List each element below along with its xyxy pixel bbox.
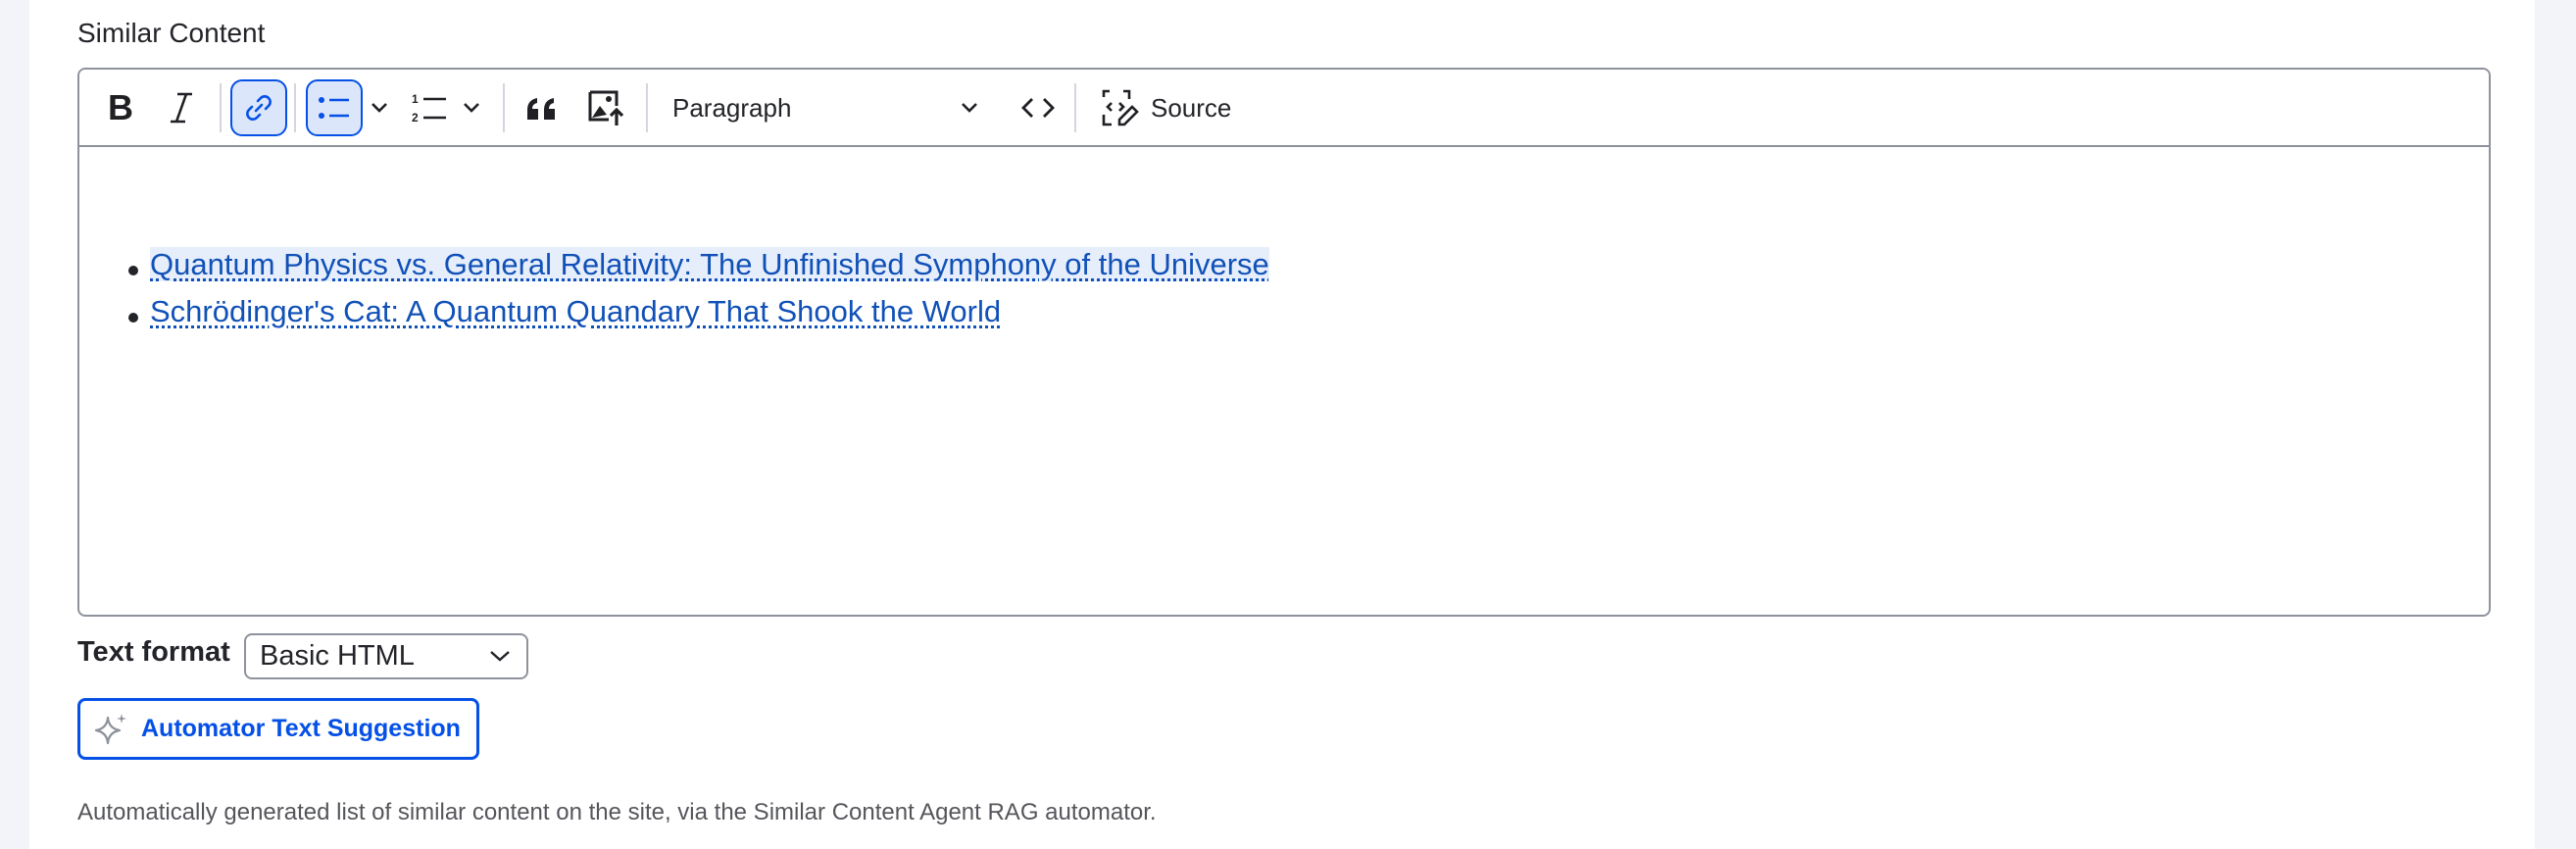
editor-content[interactable]: Quantum Physics vs. General Relativity: … [79, 149, 2489, 615]
numbered-list-icon: 1 2 [412, 92, 446, 125]
block-quote-button[interactable] [519, 79, 566, 136]
link-icon [246, 95, 272, 121]
source-button[interactable]: Source [1100, 79, 1247, 136]
toolbar-separator [503, 83, 505, 132]
field-label: Similar Content [77, 18, 266, 48]
bold-icon: B [108, 87, 133, 127]
text-format-select[interactable]: Basic HTML [244, 633, 528, 679]
source-label: Source [1151, 92, 1232, 123]
bulleted-list-button[interactable] [306, 79, 363, 136]
automator-suggestion-button[interactable]: Automator Text Suggestion [77, 698, 479, 760]
bulleted-list-dropdown[interactable] [366, 79, 393, 136]
content-link[interactable]: Quantum Physics vs. General Relativity: … [150, 247, 1269, 281]
sparkle-icon [94, 713, 126, 744]
bulleted-list-icon [319, 97, 349, 119]
link-button[interactable] [230, 79, 287, 136]
list-item: Quantum Physics vs. General Relativity: … [128, 247, 1269, 294]
text-format-value: Basic HTML [260, 640, 415, 672]
toolbar-separator [1074, 83, 1076, 132]
chevron-down-icon [372, 103, 387, 113]
automator-suggestion-label: Automator Text Suggestion [141, 715, 461, 742]
content-link[interactable]: Schrödinger's Cat: A Quantum Quandary Th… [150, 294, 1001, 328]
code-button[interactable] [1016, 79, 1060, 136]
list-item: Schrödinger's Cat: A Quantum Quandary Th… [128, 294, 1269, 341]
heading-format-value: Paragraph [672, 93, 792, 123]
italic-icon [171, 92, 192, 124]
toolbar-separator [646, 83, 648, 132]
svg-text:2: 2 [412, 111, 419, 125]
rich-text-editor: B 1 2 Paragraph Source Quantum Physics v… [77, 68, 2491, 617]
code-icon [1021, 98, 1055, 118]
italic-button[interactable] [160, 79, 203, 136]
toolbar-separator [294, 83, 296, 132]
heading-format-dropdown[interactable] [955, 79, 984, 136]
chevron-down-icon [464, 103, 479, 113]
bullet-marker [128, 266, 138, 275]
insert-image-button[interactable] [582, 79, 631, 136]
bold-button[interactable]: B [99, 79, 142, 136]
chevron-down-icon [962, 103, 977, 113]
quote-icon [527, 98, 555, 120]
source-edit-icon [1102, 89, 1139, 126]
chevron-down-icon [490, 651, 510, 662]
numbered-list-dropdown[interactable] [458, 79, 485, 136]
image-upload-icon [588, 90, 624, 125]
toolbar-separator [220, 83, 222, 132]
field-description: Automatically generated list of similar … [77, 799, 1157, 825]
bulleted-list: Quantum Physics vs. General Relativity: … [128, 247, 1269, 341]
svg-text:1: 1 [412, 92, 419, 106]
editor-toolbar: B 1 2 Paragraph Source [79, 70, 2489, 147]
numbered-list-button[interactable]: 1 2 [408, 79, 451, 136]
text-format-label: Text format [77, 636, 230, 668]
bullet-marker [128, 313, 138, 323]
